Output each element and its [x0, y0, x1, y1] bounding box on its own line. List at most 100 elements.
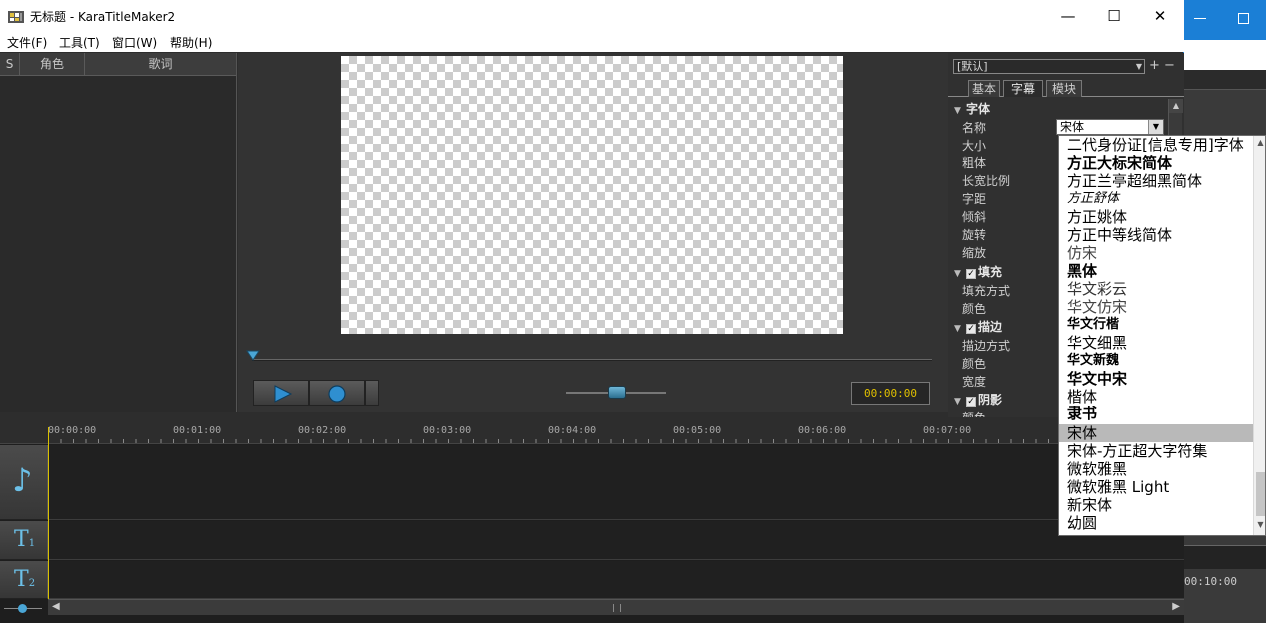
- font-option[interactable]: 华文新魏: [1059, 352, 1253, 370]
- font-option[interactable]: 微软雅黑: [1059, 460, 1253, 478]
- background-timecode: 00:10:00: [1184, 575, 1237, 588]
- font-list-scrollbar[interactable]: ▲ ▼: [1253, 136, 1265, 535]
- prop-font-size: 大小: [962, 139, 987, 153]
- time-ruler[interactable]: 00:00:00 00:01:00 00:02:00 00:03:00 00:0…: [48, 417, 1184, 444]
- seek-thumb-icon[interactable]: [246, 349, 260, 361]
- column-header-s[interactable]: S: [0, 53, 20, 76]
- menu-bar: 文件(F) 工具(T) 窗口(W) 帮助(H): [0, 32, 1184, 52]
- font-option[interactable]: 方正舒体: [1059, 190, 1253, 208]
- font-option[interactable]: 新宋体: [1059, 496, 1253, 514]
- track-header-text-2[interactable]: T2: [0, 561, 48, 599]
- prop-bold: 粗体: [962, 156, 987, 170]
- prop-stroke-mode: 描边方式: [962, 339, 1011, 353]
- play-icon: [274, 385, 293, 403]
- font-option[interactable]: 方正中等线简体: [1059, 226, 1253, 244]
- scroll-up-icon[interactable]: ▲: [1254, 138, 1265, 147]
- prop-aspect-ratio: 长宽比例: [962, 174, 1011, 188]
- menu-window[interactable]: 窗口(W): [112, 34, 157, 51]
- timeline-zoom-slider[interactable]: [4, 604, 42, 614]
- font-option[interactable]: 幼圆: [1059, 514, 1253, 532]
- timeline-horizontal-scrollbar[interactable]: ◀ ▶: [48, 599, 1184, 615]
- timeline-playhead[interactable]: [48, 427, 49, 599]
- play-button[interactable]: [253, 380, 309, 406]
- maximize-button[interactable]: ☐: [1091, 0, 1137, 32]
- track-text-2[interactable]: [49, 561, 1184, 599]
- tab-subtitle[interactable]: 字幕: [1003, 80, 1043, 97]
- background-window-titlebar: [1184, 0, 1266, 40]
- menu-file[interactable]: 文件(F): [7, 34, 47, 51]
- remove-preset-button[interactable]: −: [1164, 58, 1175, 73]
- ruler-corner: [0, 417, 48, 444]
- font-option[interactable]: 华文仿宋: [1059, 298, 1253, 316]
- background-window-panel: [1184, 40, 1266, 70]
- font-option[interactable]: 方正姚体: [1059, 208, 1253, 226]
- group-font[interactable]: ▼ 字体: [954, 100, 990, 117]
- add-preset-button[interactable]: +: [1149, 58, 1160, 73]
- scroll-right-icon[interactable]: ▶: [1172, 601, 1180, 612]
- track-text-1[interactable]: [49, 521, 1184, 560]
- column-header-role[interactable]: 角色: [20, 53, 85, 76]
- font-option[interactable]: 华文行楷: [1059, 316, 1253, 334]
- scroll-left-icon[interactable]: ◀: [52, 601, 60, 612]
- close-button[interactable]: ✕: [1137, 0, 1183, 32]
- record-button[interactable]: [309, 380, 365, 406]
- tab-module[interactable]: 模块: [1046, 80, 1082, 97]
- column-header-lyrics[interactable]: 歌词: [85, 53, 236, 76]
- tick-label: 00:06:00: [798, 425, 847, 436]
- tick-label: 00:04:00: [548, 425, 597, 436]
- font-option[interactable]: 华文细黑: [1059, 334, 1253, 352]
- font-option[interactable]: 方正大标宋简体: [1059, 154, 1253, 172]
- lyrics-panel: S 角色 歌词: [0, 53, 237, 412]
- background-window-ruler: [1184, 545, 1266, 569]
- tick-label: 00:05:00: [673, 425, 722, 436]
- font-option[interactable]: 黑体: [1059, 262, 1253, 280]
- font-option[interactable]: 仿宋: [1059, 244, 1253, 262]
- track-header-music[interactable]: ♪: [0, 445, 48, 520]
- font-option[interactable]: 楷体: [1059, 388, 1253, 406]
- background-minimize-icon[interactable]: [1194, 18, 1206, 19]
- group-fill[interactable]: ▼ ✓ 填充: [954, 263, 1002, 280]
- shadow-checkbox[interactable]: ✓: [966, 397, 976, 407]
- fill-checkbox[interactable]: ✓: [966, 269, 976, 279]
- tab-basic[interactable]: 基本: [968, 80, 1000, 97]
- scroll-down-icon[interactable]: ▼: [1254, 520, 1265, 529]
- font-option[interactable]: 隶书: [1059, 406, 1253, 420]
- font-name-value: 宋体: [1060, 120, 1085, 134]
- font-option[interactable]: 华文中宋: [1059, 370, 1253, 388]
- group-stroke[interactable]: ▼ ✓ 描边: [954, 318, 1002, 335]
- preview-zoom-thumb[interactable]: [608, 386, 626, 399]
- menu-tools[interactable]: 工具(T): [59, 34, 100, 51]
- seek-bar[interactable]: [252, 359, 932, 361]
- font-option[interactable]: 二代身份证[信息专用]字体: [1059, 136, 1253, 154]
- preset-value: [默认]: [957, 60, 988, 73]
- timeline-zoom-knob[interactable]: [18, 604, 27, 613]
- current-timecode: 00:00:00: [851, 382, 930, 405]
- app-icon: [8, 11, 24, 23]
- preview-area: 00:00:00: [238, 53, 948, 412]
- font-option[interactable]: 宋体-方正超大字符集: [1059, 442, 1253, 460]
- menu-help[interactable]: 帮助(H): [170, 34, 212, 51]
- timeline: 00:00:00 00:01:00 00:02:00 00:03:00 00:0…: [0, 417, 1184, 623]
- window-title: 无标题 - KaraTitleMaker2: [30, 10, 176, 24]
- stroke-checkbox[interactable]: ✓: [966, 324, 976, 334]
- music-note-icon: ♪: [12, 461, 33, 499]
- font-option[interactable]: 方正兰亭超细黑简体: [1059, 172, 1253, 190]
- font-option[interactable]: 微软雅黑 Light: [1059, 478, 1253, 496]
- preset-select[interactable]: [默认] ▼: [953, 59, 1145, 74]
- track-music[interactable]: [49, 445, 1184, 520]
- prop-scale: 缩放: [962, 246, 987, 260]
- group-shadow[interactable]: ▼ ✓ 阴影: [954, 391, 1002, 408]
- scrollbar-grip[interactable]: [613, 604, 621, 612]
- preview-canvas[interactable]: [341, 56, 843, 334]
- scroll-up-icon[interactable]: ▲: [1169, 99, 1183, 113]
- font-list-scroll-thumb[interactable]: [1256, 472, 1265, 516]
- font-option[interactable]: 华文彩云: [1059, 280, 1253, 298]
- background-maximize-icon[interactable]: [1238, 13, 1249, 24]
- prop-shadow-color: 颜色: [962, 409, 986, 417]
- font-name-select[interactable]: 宋体 ▼: [1056, 119, 1164, 135]
- font-option-selected[interactable]: 宋体: [1059, 424, 1253, 442]
- minimize-button[interactable]: —: [1045, 0, 1091, 32]
- chevron-down-icon[interactable]: ▼: [1148, 120, 1163, 134]
- track-header-text-1[interactable]: T1: [0, 521, 48, 560]
- playback-extra-button[interactable]: [365, 380, 379, 406]
